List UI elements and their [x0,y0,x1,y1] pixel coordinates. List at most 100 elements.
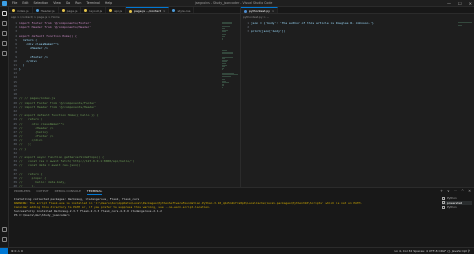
editor-status-info[interactable]: Ln 4, Col 32 Spaces: 4 UTF-8 CRLF {} Jav… [394,248,470,254]
editor-tab[interactable]: pythontest.py × [241,7,279,13]
menu-go[interactable]: Go [66,0,70,7]
minimap-line [222,69,224,71]
source-control-icon[interactable] [2,31,7,36]
menu-bar: File Edit Selection View Go Run Terminal Help [12,0,112,7]
terminal-shell-label: Python [447,205,457,210]
window-controls: — ☐ ✕ [447,0,472,7]
terminal-shell-label: Python [447,196,457,201]
close-tab-icon[interactable]: × [163,9,166,13]
close-tab-icon[interactable]: × [272,9,275,13]
editor-tab-label: pythontest.py [249,9,270,13]
extensions-icon[interactable] [2,51,7,56]
minimize-icon[interactable]: — [447,0,451,7]
editor-tab-label: Header.js [40,8,55,13]
panel-controls: + ∨ ⋯ ^ ✕ [440,188,471,195]
editor-tab-label: api.js [114,8,123,13]
maximize-panel-icon[interactable]: ^ [461,188,464,195]
terminal-shell-list: Python powershell Python [442,196,472,210]
terminal-icon [442,196,445,200]
editor-tab[interactable]: index.js [9,7,33,13]
editor-tab[interactable]: page.js [59,7,82,13]
menu-terminal[interactable]: Terminal [86,0,99,7]
menu-run[interactable]: Run [75,0,81,7]
right-code-editor[interactable]: 1 json = {'body': 'The author of this art… [241,21,456,61]
js-file-icon [109,9,113,12]
editor-tab-label: index.js [17,8,29,13]
left-minimap[interactable] [222,21,238,88]
panel-tab-terminal[interactable]: TERMINAL [86,188,103,195]
code-text: print(json['body']) [251,29,286,34]
title-bar: File Edit Selection View Go Run Terminal Help j… [0,0,474,7]
problems-status[interactable]: ⊗ 0 ⚠ 0 [11,248,23,254]
editor-tab-label: style.css [177,8,191,13]
terminal-shell-item[interactable]: Python [442,205,472,210]
minimap-line [222,75,231,77]
react-file-icon [35,9,39,12]
code-text: // } [19,146,27,151]
minimap-line [458,24,463,26]
right-breadcrumb[interactable]: pythontest.py > ... [241,15,441,20]
terminal-output[interactable]: Installing collected packages: Werkzeug,… [14,197,434,247]
account-icon[interactable] [2,227,7,232]
more-actions-icon[interactable]: ⋯ [454,188,458,195]
right-minimap[interactable] [458,21,472,31]
search-icon[interactable] [2,21,7,26]
new-terminal-icon[interactable]: + [440,188,443,195]
panel-tab-output[interactable]: OUTPUT [36,188,48,195]
terminal-shell-label: powershell [447,200,463,205]
remote-indicator-icon[interactable] [0,248,8,254]
panel-tabs: PROBLEMS OUTPUT DEBUG CONSOLE TERMINAL [14,188,103,195]
minimap-line [222,31,227,33]
code-text: // const data = await res.json() [19,163,81,168]
terminal-icon [442,201,445,205]
activity-bar [0,7,9,247]
explorer-icon[interactable] [2,11,7,16]
settings-gear-icon[interactable] [2,237,7,242]
status-bar: ⊗ 0 ⚠ 0 Ln 4, Col 32 Spaces: 4 UTF-8 CRL… [0,247,474,254]
editor-tab[interactable]: layout.js [81,7,107,13]
minimap-line [458,21,472,23]
editor-tab-label: layout.js [89,8,103,13]
editor-tab[interactable]: style.css [169,7,195,13]
minimap-line [222,53,233,55]
css-file-icon [172,9,176,12]
run-debug-icon[interactable] [2,41,7,46]
menu-help[interactable]: Help [105,0,112,7]
terminal-line: PS C:\Users\doc\Study_jsoncoder> [14,213,70,217]
minimap-line [222,86,224,88]
panel-tab-problems[interactable]: PROBLEMS [14,188,30,195]
menu-file[interactable]: File [12,0,17,7]
editor-tab[interactable]: page.js .../contact × [126,7,170,13]
code-text: <Header /> [19,46,48,51]
code-text: // import Header from '@/components/Head… [19,104,97,109]
minimap-line [222,23,233,25]
terminal-icon [442,205,445,209]
close-panel-icon[interactable]: ✕ [468,188,471,195]
terminal-dropdown-icon[interactable]: ∨ [447,188,450,195]
code-text: import Header from '@/components/Header' [19,25,92,30]
editor-tab-label: page.js .../contact [134,9,161,13]
left-code-editor[interactable]: 1 import Footer from '@/components/Footer… [9,21,219,187]
vscode-logo-icon [2,0,7,6]
line-number: 3 [247,29,249,34]
code-text: } [19,67,21,72]
left-breadcrumb[interactable]: app > (contact) > page.js > Home [9,15,209,20]
menu-view[interactable]: View [53,0,61,7]
js-file-icon [84,9,88,12]
editor-tab[interactable]: api.js [106,7,127,13]
code-text: json = {'body': 'The author of this arti… [251,21,374,25]
bottom-panel: PROBLEMS OUTPUT DEBUG CONSOLE TERMINAL + ∨ ⋯ ^… [9,187,474,247]
python-file-icon [244,9,247,13]
left-editor-tabs: index.js Header.js page.js layout.js api.js p… [9,7,240,14]
menu-edit[interactable]: Edit [22,0,28,7]
menu-selection[interactable]: Selection [34,0,49,7]
right-editor-tabs: pythontest.py × [241,7,474,14]
maximize-icon[interactable]: ☐ [458,0,462,7]
editor-tab[interactable]: Header.js [33,7,59,13]
editor-tab-label: page.js [66,8,78,13]
js-file-icon [61,9,65,12]
code-line: 3 print(json['body']) [241,29,456,33]
panel-tab-debug-console[interactable]: DEBUG CONSOLE [55,188,81,195]
close-icon[interactable]: ✕ [469,0,472,7]
js-file-icon [129,9,133,13]
